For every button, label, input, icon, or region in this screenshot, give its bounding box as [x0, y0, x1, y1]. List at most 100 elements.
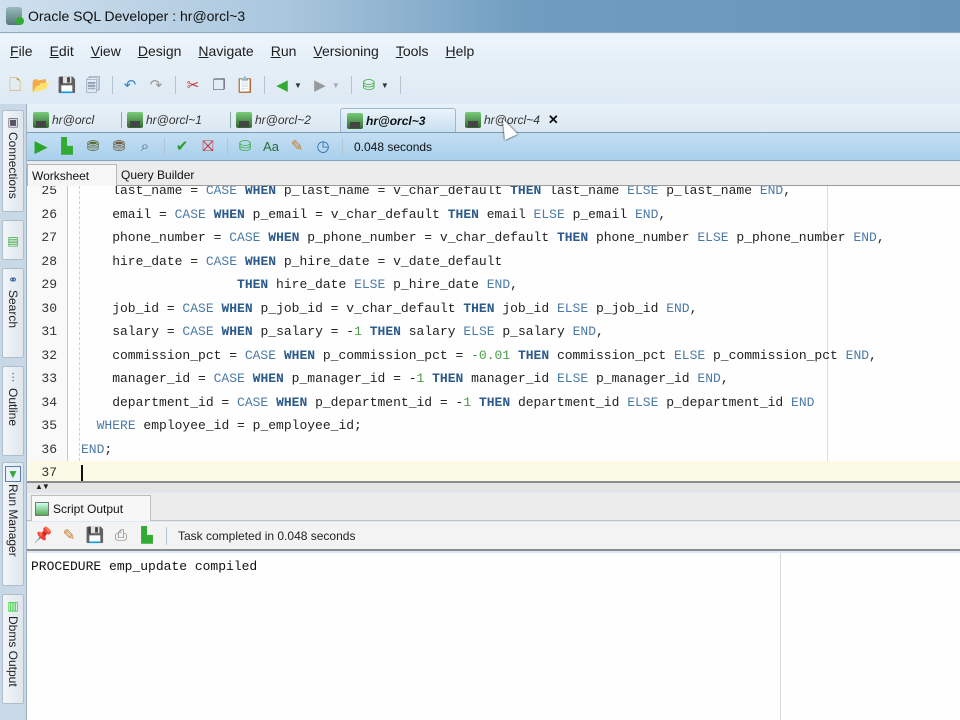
tab-hr-orcl-2[interactable]: hr@orcl~2: [230, 108, 311, 132]
tab-query-builder[interactable]: Query Builder: [117, 164, 200, 186]
sql-worksheet-icon: [347, 112, 363, 129]
forward-icon[interactable]: ▶: [310, 75, 330, 95]
print-icon[interactable]: ⎙: [111, 526, 131, 546]
tab-hr-orcl[interactable]: hr@orcl: [27, 108, 94, 132]
code-line[interactable]: 31 salary = CASE WHEN p_salary = -1 THEN…: [27, 320, 960, 343]
run-manager-icon: ▼: [5, 466, 21, 482]
reports-icon: ▤: [7, 234, 19, 248]
code-line[interactable]: 37: [27, 461, 960, 481]
explain-plan-icon[interactable]: ⛃: [109, 137, 129, 157]
toolbar-separator: [166, 526, 167, 545]
code-line[interactable]: 28 hire_date = CASE WHEN p_hire_date = v…: [27, 250, 960, 273]
open-icon[interactable]: 📂: [31, 75, 51, 95]
document-tabs: hr@orcl hr@orcl~1 hr@orcl~2 hr@orcl~3 hr…: [27, 104, 960, 132]
line-number: 28: [41, 253, 57, 269]
forward-dropdown-icon[interactable]: ▼: [332, 81, 340, 90]
save-icon[interactable]: 💾: [85, 526, 105, 546]
code-text: manager_id = CASE WHEN p_manager_id = -1…: [81, 371, 729, 386]
side-tab-run-manager[interactable]: ▼ Run Manager: [2, 462, 24, 586]
line-number: 37: [41, 465, 57, 480]
side-tab-dbms-output[interactable]: ▥ Dbms Output: [2, 594, 24, 704]
sql-worksheet-icon: [33, 112, 49, 128]
close-tab-icon[interactable]: ✕: [548, 112, 559, 128]
menu-edit[interactable]: Edit: [50, 43, 74, 59]
code-line[interactable]: 34 department_id = CASE WHEN p_departmen…: [27, 391, 960, 414]
tab-hr-orcl-3[interactable]: hr@orcl~3: [340, 108, 456, 132]
toolbar-separator: [399, 76, 401, 94]
panel-splitter[interactable]: ▲▼: [27, 482, 960, 492]
toolbar-separator: [164, 137, 165, 156]
unshared-worksheet-icon[interactable]: ⛁: [235, 137, 255, 157]
side-tab-outline[interactable]: ⫶ Outline: [2, 366, 24, 456]
rollback-icon[interactable]: ⛝: [198, 137, 218, 157]
tab-worksheet[interactable]: Worksheet: [27, 164, 117, 186]
code-text: department_id = CASE WHEN p_department_i…: [81, 394, 815, 410]
side-panel: ▣ Connections ▤ ⚭ Search ⫶ Outline ▼ Run…: [0, 104, 27, 720]
save-all-icon[interactable]: 🗐: [83, 75, 103, 95]
code-line[interactable]: 30 job_id = CASE WHEN p_job_id = v_char_…: [27, 297, 960, 320]
side-tab-search[interactable]: ⚭ Search: [2, 268, 24, 358]
sql-tuning-icon[interactable]: ⌕: [135, 137, 155, 157]
code-line[interactable]: 25 last_name = CASE WHEN p_last_name = v…: [27, 186, 960, 202]
script-output-area[interactable]: PROCEDURE emp_update compiled: [27, 553, 960, 720]
menu-help[interactable]: Help: [446, 43, 475, 59]
paste-icon[interactable]: 📋: [235, 75, 255, 95]
code-text: phone_number = CASE WHEN p_phone_number …: [81, 230, 885, 245]
new-icon[interactable]: 🗋: [5, 75, 25, 95]
line-number: 34: [41, 394, 57, 410]
menu-design[interactable]: Design: [138, 43, 182, 59]
autotrace-icon[interactable]: ⛃: [83, 137, 103, 157]
code-line[interactable]: 27 phone_number = CASE WHEN p_phone_numb…: [27, 226, 960, 249]
pin-icon[interactable]: 📌: [33, 526, 53, 546]
line-number: 36: [41, 441, 57, 457]
side-tab-reports[interactable]: ▤: [2, 220, 24, 260]
code-text: [81, 461, 83, 481]
history-icon[interactable]: ◷: [313, 137, 333, 157]
code-line[interactable]: 33 manager_id = CASE WHEN p_manager_id =…: [27, 367, 960, 390]
code-editor[interactable]: 25 last_name = CASE WHEN p_last_name = v…: [27, 186, 960, 483]
undo-icon[interactable]: ↶: [120, 75, 140, 95]
to-upper-icon[interactable]: Aa: [261, 137, 281, 157]
toolbar-separator: [350, 76, 352, 94]
window-title: Oracle SQL Developer : hr@orcl~3: [28, 8, 246, 24]
redo-icon[interactable]: ↷: [146, 75, 166, 95]
back-icon[interactable]: ◀: [272, 75, 292, 95]
menu-run[interactable]: Run: [271, 43, 297, 59]
title-bar: Oracle SQL Developer : hr@orcl~3: [0, 0, 960, 33]
code-line[interactable]: 26 email = CASE WHEN p_email = v_char_de…: [27, 203, 960, 226]
open-in-worksheet-icon[interactable]: ▙: [137, 526, 157, 546]
run-script-icon[interactable]: ▙: [57, 137, 77, 157]
code-text: hire_date = CASE WHEN p_hire_date = v_da…: [81, 253, 503, 269]
tab-script-output[interactable]: Script Output: [31, 495, 151, 521]
code-line[interactable]: 35 WHERE employee_id = p_employee_id;: [27, 414, 960, 437]
code-line[interactable]: 36 END;: [27, 438, 960, 461]
toolbar-separator: [175, 76, 176, 94]
sql-worksheet-dropdown-icon[interactable]: ▼: [381, 81, 389, 90]
tab-hr-orcl-1[interactable]: hr@orcl~1: [121, 108, 202, 132]
back-dropdown-icon[interactable]: ▼: [294, 81, 302, 90]
worksheet-toolbar: ▶ ▙ ⛃ ⛃ ⌕ ✔ ⛝ ⛁ Aa ✎ ◷ 0.048 seconds: [27, 132, 960, 161]
menu-tools[interactable]: Tools: [396, 43, 429, 59]
menu-bar: File Edit View Design Navigate Run Versi…: [0, 34, 960, 68]
copy-icon[interactable]: ❐: [209, 75, 229, 95]
menu-view[interactable]: View: [91, 43, 121, 59]
code-text: END;: [81, 441, 113, 457]
cut-icon[interactable]: ✂: [183, 75, 203, 95]
save-icon[interactable]: 💾: [57, 75, 77, 95]
app-icon: [6, 7, 24, 25]
code-text: email = CASE WHEN p_email = v_char_defau…: [81, 206, 667, 222]
sql-worksheet-icon[interactable]: ⛁: [359, 75, 379, 95]
clear-icon[interactable]: ✎: [287, 137, 307, 157]
commit-icon[interactable]: ✔: [172, 137, 192, 157]
run-statement-icon[interactable]: ▶: [31, 137, 51, 157]
side-tab-connections[interactable]: ▣ Connections: [2, 110, 24, 212]
code-line[interactable]: 32 commission_pct = CASE WHEN p_commissi…: [27, 344, 960, 367]
line-number: 26: [41, 206, 57, 222]
splitter-arrows-icon[interactable]: ▲▼: [35, 482, 50, 491]
menu-navigate[interactable]: Navigate: [198, 43, 253, 59]
code-line[interactable]: 29 THEN hire_date ELSE p_hire_date END,: [27, 273, 960, 296]
menu-versioning[interactable]: Versioning: [313, 43, 378, 59]
output-text: PROCEDURE emp_update compiled: [31, 559, 258, 574]
menu-file[interactable]: File: [10, 43, 33, 59]
eraser-icon[interactable]: ✎: [59, 526, 79, 546]
